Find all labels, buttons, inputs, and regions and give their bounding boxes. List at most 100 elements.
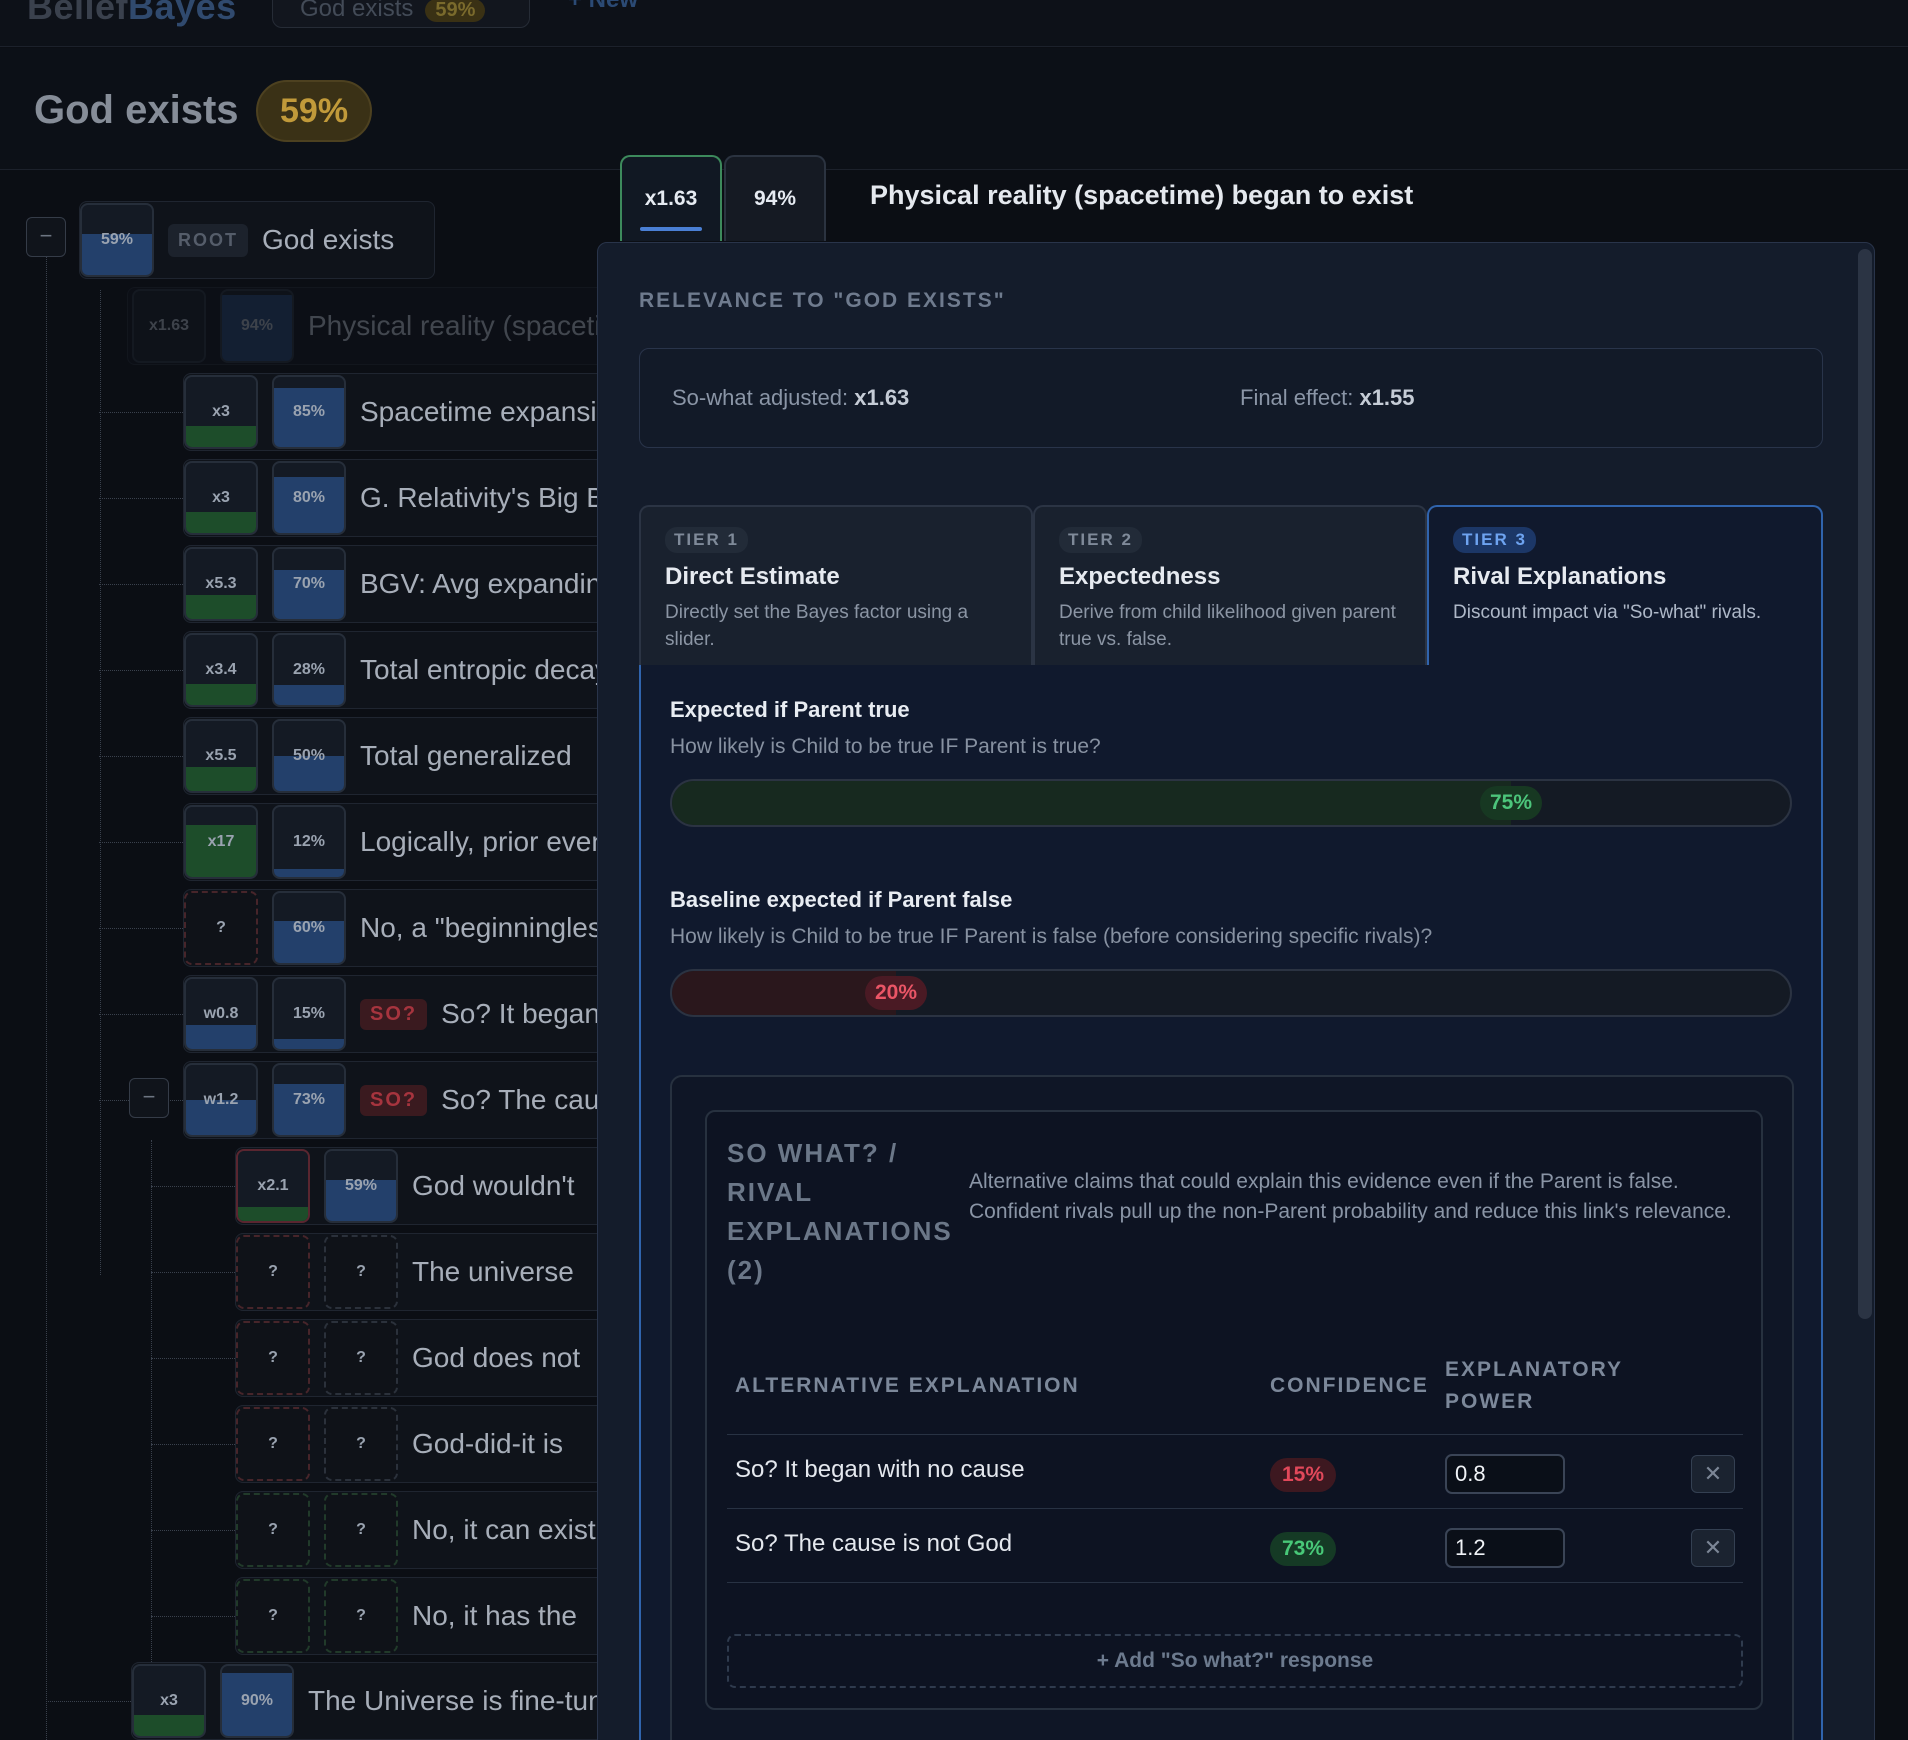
factor-chip: x2.1 bbox=[236, 1149, 310, 1223]
final-effect: Final effect: x1.55 bbox=[1240, 385, 1415, 411]
tree-connector bbox=[151, 1186, 235, 1187]
probability-value: ? bbox=[356, 1263, 366, 1280]
factor-value: x5.5 bbox=[205, 747, 237, 764]
node-label: No, a "beginningless" bbox=[360, 912, 626, 943]
factor-value: ? bbox=[268, 1521, 278, 1538]
tree-node-root[interactable]: 59% ROOT God exists bbox=[79, 201, 435, 279]
tier-3-option[interactable]: TIER 3 Rival Explanations Discount impac… bbox=[1427, 505, 1823, 667]
tree-node-grandchild[interactable]: x2.1 59% God wouldn't bbox=[235, 1147, 655, 1225]
factor-value: x1.63 bbox=[148, 317, 190, 334]
tree-node-child[interactable]: x3 85% Spacetime expansion bbox=[183, 373, 643, 451]
slider-thumb[interactable]: 75% bbox=[1480, 786, 1543, 820]
scrollbar[interactable] bbox=[1858, 249, 1872, 1319]
factor-value: ? bbox=[216, 919, 226, 936]
tree-node-sibling[interactable]: x3 90% The Universe is fine-tuned bbox=[131, 1662, 631, 1740]
probability-value: 59% bbox=[344, 1177, 378, 1194]
argument-tree: − 59% ROOT God exists x1.63 94% Physical… bbox=[0, 170, 655, 1740]
tree-node-grandchild[interactable]: ?? God-did-it is bbox=[235, 1405, 655, 1483]
probability-value: 60% bbox=[292, 919, 326, 936]
add-so-what-button[interactable]: + Add "So what?" response bbox=[727, 1634, 1743, 1688]
probability-chip: 94% bbox=[220, 289, 294, 363]
tree-node-grandchild[interactable]: ?? The universe bbox=[235, 1233, 655, 1311]
factor-value: x5.3 bbox=[205, 575, 237, 592]
tree-connector bbox=[99, 842, 183, 843]
probability-chip: 50% bbox=[272, 719, 346, 793]
tier-3-panel: Expected if Parent true How likely is Ch… bbox=[639, 665, 1823, 1740]
factor-value: x3 bbox=[212, 489, 230, 506]
tab-factor[interactable]: x1.63 bbox=[620, 155, 722, 241]
new-document-button[interactable]: + New bbox=[568, 0, 638, 14]
table-divider bbox=[727, 1508, 1743, 1509]
so-what-tag: SO? bbox=[360, 998, 428, 1030]
node-label: Total entropic decay bbox=[360, 654, 610, 685]
tree-node-child[interactable]: x3 80% G. Relativity's Big Bang bbox=[183, 459, 643, 537]
tab-probability[interactable]: 94% bbox=[724, 155, 826, 241]
final-effect-value: x1.55 bbox=[1359, 385, 1415, 410]
tier-1-option[interactable]: TIER 1 Direct Estimate Directly set the … bbox=[639, 505, 1033, 667]
app-logo[interactable]: BeliefBayes bbox=[27, 0, 237, 28]
collapse-node-button[interactable]: − bbox=[129, 1078, 169, 1118]
tree-node-child[interactable]: x5.3 70% BGV: Avg expanding bbox=[183, 545, 643, 623]
probability-value: 73% bbox=[292, 1091, 326, 1108]
expected-false-slider[interactable]: 20% bbox=[670, 969, 1792, 1017]
page-header: God exists 59% bbox=[0, 48, 1908, 170]
tree-node-child[interactable]: x3.4 28% Total entropic decay bbox=[183, 631, 643, 709]
close-icon[interactable]: ✕ bbox=[1691, 1455, 1735, 1493]
explanatory-power-input[interactable]: 1.2 bbox=[1445, 1528, 1565, 1568]
tree-node-grandchild[interactable]: ?? No, it has the bbox=[235, 1577, 655, 1655]
tree-node-grandchild[interactable]: ?? No, it can exist bbox=[235, 1491, 655, 1569]
rival-label: So? The cause is not God bbox=[735, 1530, 1013, 1557]
tree-node-child[interactable]: x5.5 50% Total generalized bbox=[183, 717, 643, 795]
column-header-alternative: ALTERNATIVE EXPLANATION bbox=[735, 1374, 1080, 1397]
tree-connector bbox=[151, 1616, 235, 1617]
node-label: God exists bbox=[262, 224, 395, 255]
close-icon[interactable]: ✕ bbox=[1691, 1529, 1735, 1567]
rival-confidence: 15% bbox=[1270, 1458, 1337, 1492]
slider-fill bbox=[672, 781, 1511, 825]
probability-chip: 70% bbox=[272, 547, 346, 621]
node-label: Spacetime expansion bbox=[360, 396, 628, 427]
relevance-section-label: RELEVANCE TO "GOD EXISTS" bbox=[639, 289, 1006, 312]
tree-node-child[interactable]: w1.273%SO?So? The cause is not God bbox=[183, 1061, 643, 1139]
factor-value: x17 bbox=[207, 833, 235, 850]
factor-chip: x17 bbox=[184, 805, 258, 879]
tier-description: Discount impact via "So-what" rivals. bbox=[1453, 602, 1762, 623]
probability-value: 70% bbox=[292, 575, 326, 592]
collapse-root-button[interactable]: − bbox=[26, 217, 66, 257]
final-effect-label: Final effect: bbox=[1240, 385, 1354, 410]
tree-node-selected[interactable]: x1.63 94% Physical reality (spacetime) b… bbox=[127, 287, 647, 365]
slider-thumb[interactable]: 20% bbox=[865, 976, 928, 1010]
probability-value: 90% bbox=[240, 1692, 274, 1709]
factor-chip: w0.8 bbox=[184, 977, 258, 1051]
tier-2-option[interactable]: TIER 2 Expectedness Derive from child li… bbox=[1033, 505, 1427, 667]
table-divider bbox=[727, 1434, 1743, 1435]
expected-true-slider[interactable]: 75% bbox=[670, 779, 1792, 827]
tree-connector bbox=[99, 1014, 183, 1015]
modal-heading: Physical reality (spacetime) began to ex… bbox=[870, 180, 1414, 210]
expected-false-help: How likely is Child to be true IF Parent… bbox=[670, 925, 1433, 948]
expected-false-label: Baseline expected if Parent false bbox=[670, 887, 1013, 912]
tier-tag: TIER 3 bbox=[1453, 527, 1536, 553]
node-label: No, it has the bbox=[412, 1600, 577, 1631]
root-probability-badge: 59% bbox=[256, 80, 373, 142]
probability-value: 15% bbox=[292, 1005, 326, 1022]
factor-chip: x3 bbox=[184, 375, 258, 449]
document-tab[interactable]: God exists 59% bbox=[272, 0, 530, 28]
factor-chip: x1.63 bbox=[132, 289, 206, 363]
probability-chip: 28% bbox=[272, 633, 346, 707]
probability-value: ? bbox=[356, 1435, 366, 1452]
so-what-value: x1.63 bbox=[854, 385, 910, 410]
tree-connector bbox=[99, 584, 183, 585]
probability-chip: 80% bbox=[272, 461, 346, 535]
tree-node-grandchild[interactable]: ?? God does not bbox=[235, 1319, 655, 1397]
probability-chip: 59% bbox=[324, 1149, 398, 1223]
probability-chip: 90% bbox=[220, 1664, 294, 1738]
node-label: God-did-it is bbox=[412, 1428, 563, 1459]
tree-node-child[interactable]: ? 60% No, a "beginningless" bbox=[183, 889, 643, 967]
factor-value: ? bbox=[268, 1435, 278, 1452]
probability-value: 28% bbox=[292, 661, 326, 678]
factor-chip: ? bbox=[236, 1321, 310, 1395]
tree-node-child[interactable]: w0.815%SO?So? It began with no cause bbox=[183, 975, 643, 1053]
explanatory-power-input[interactable]: 0.8 bbox=[1445, 1454, 1565, 1494]
tree-node-child[interactable]: x17 12% Logically, prior events bbox=[183, 803, 643, 881]
